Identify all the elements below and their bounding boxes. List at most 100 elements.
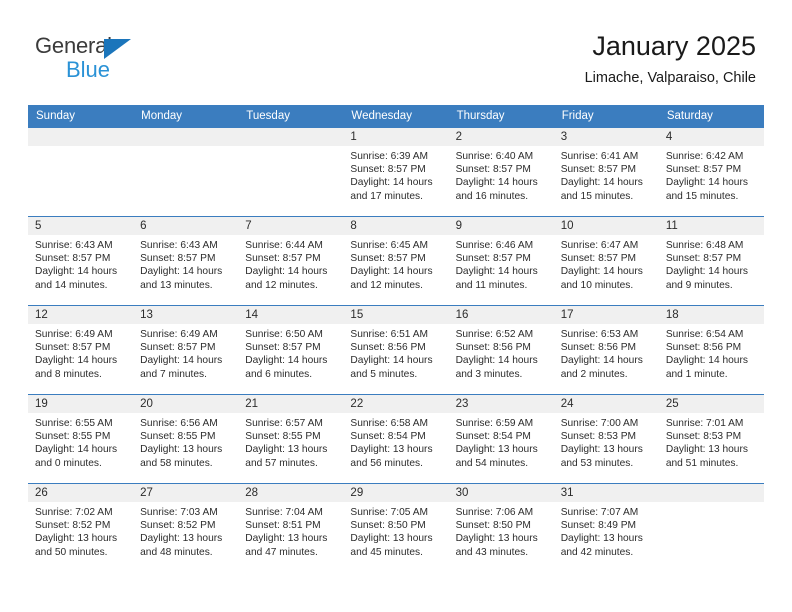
sunset-text: Sunset: 8:57 PM [350,164,426,176]
daylight-text-line1: Daylight: 14 hours [560,177,643,189]
calendar-day-cell[interactable]: 2 Sunrise: 6:40 AM Sunset: 8:57 PM Daylight… [448,127,554,217]
weekday-header-tuesday: Tuesday [238,105,344,128]
sun-info: Sunrise: 6:39 AM Sunset: 8:57 PM Daylight:… [343,146,448,203]
calendar-day-cell[interactable]: 9 Sunrise: 6:46 AM Sunset: 8:57 PM Daylight… [448,216,554,306]
calendar-day-cell[interactable]: 14 Sunrise: 6:50 AM Sunset: 8:57 PM Dayligh… [238,305,344,395]
day-number: 28 [238,484,344,502]
calendar-day-cell[interactable]: 28 Sunrise: 7:04 AM Sunset: 8:51 PM Dayligh… [238,483,344,573]
calendar-day-cell[interactable]: 29 Sunrise: 7:05 AM Sunset: 8:50 PM Dayligh… [343,483,449,573]
sunrise-text: Sunrise: 7:00 AM [560,418,639,429]
calendar-day-cell[interactable]: 7 Sunrise: 6:44 AM Sunset: 8:57 PM Daylight… [238,216,344,306]
weekday-header-label: Monday [141,110,183,122]
daylight-text-line1: Daylight: 14 hours [350,266,433,278]
sun-info: Sunrise: 7:05 AM Sunset: 8:50 PM Daylight:… [343,502,448,559]
calendar-day-cell[interactable]: 25 Sunrise: 7:01 AM Sunset: 8:53 PM Dayligh… [658,394,764,484]
sunrise-text: Sunrise: 6:40 AM [455,151,534,162]
day-number: 22 [343,395,449,413]
sunset-text: Sunset: 8:57 PM [245,253,321,265]
sun-info: Sunrise: 6:40 AM Sunset: 8:57 PM Daylight:… [449,146,554,203]
calendar-day-cell[interactable]: 31 Sunrise: 7:07 AM Sunset: 8:49 PM Dayligh… [553,483,659,573]
day-number: 27 [133,484,239,502]
daylight-text-line2: and 58 minutes. [140,457,213,469]
calendar-day-cell[interactable]: 24 Sunrise: 7:00 AM Sunset: 8:53 PM Dayligh… [553,394,659,484]
calendar-day-cell[interactable]: 26 Sunrise: 7:02 AM Sunset: 8:52 PM Dayligh… [28,483,134,573]
daylight-text-line1: Daylight: 13 hours [350,533,433,545]
daylight-text-line1: Daylight: 14 hours [35,266,118,278]
daylight-text-line1: Daylight: 14 hours [665,266,748,278]
day-number: 10 [553,217,659,235]
calendar-day-cell[interactable]: 8 Sunrise: 6:45 AM Sunset: 8:57 PM Daylight… [343,216,449,306]
calendar-day-cell[interactable]: 30 Sunrise: 7:06 AM Sunset: 8:50 PM Dayligh… [448,483,554,573]
sunrise-text: Sunrise: 7:01 AM [665,418,744,429]
day-number: 7 [238,217,344,235]
calendar-day-cell[interactable]: 3 Sunrise: 6:41 AM Sunset: 8:57 PM Daylight… [553,127,659,217]
generalblue-logo[interactable]: General Blue [35,33,205,85]
daylight-text-line1: Daylight: 13 hours [560,444,643,456]
title-block: January 2025 Limache, Valparaiso, Chile [585,30,756,88]
daylight-text-line2: and 9 minutes. [665,279,733,291]
calendar-day-cell[interactable]: 4 Sunrise: 6:42 AM Sunset: 8:57 PM Daylight… [658,127,764,217]
daylight-text-line2: and 51 minutes. [665,457,739,469]
daylight-text-line1: Daylight: 14 hours [245,355,328,367]
sunset-text: Sunset: 8:54 PM [350,431,426,443]
weekday-header-wednesday: Wednesday [343,105,449,128]
calendar-header-row: Sunday Monday Tuesday Wednesday Thursday Frid… [28,105,764,128]
daylight-text-line1: Daylight: 14 hours [245,266,328,278]
sun-info: Sunrise: 6:58 AM Sunset: 8:54 PM Daylight:… [343,413,448,470]
day-number: 17 [553,306,659,324]
daylight-text-line2: and 5 minutes. [350,368,418,380]
sun-info: Sunrise: 7:04 AM Sunset: 8:51 PM Daylight:… [238,502,343,559]
calendar-week-row: 1 Sunrise: 6:39 AM Sunset: 8:57 PM Daylight… [28,127,764,217]
calendar-day-cell[interactable]: 23 Sunrise: 6:59 AM Sunset: 8:54 PM Dayligh… [448,394,554,484]
day-number: 21 [238,395,344,413]
sun-info: Sunrise: 7:06 AM Sunset: 8:50 PM Daylight:… [449,502,554,559]
daylight-text-line1: Daylight: 14 hours [140,355,223,367]
calendar-day-cell[interactable]: 20 Sunrise: 6:56 AM Sunset: 8:55 PM Dayligh… [133,394,239,484]
calendar-day-cell[interactable]: 5 Sunrise: 6:43 AM Sunset: 8:57 PM Daylight… [28,216,134,306]
sunrise-text: Sunrise: 6:52 AM [455,329,534,340]
sunrise-text: Sunrise: 6:50 AM [245,329,323,340]
sunrise-text: Sunrise: 7:04 AM [245,507,323,518]
daylight-text-line2: and 54 minutes. [455,457,529,469]
day-number: 8 [343,217,449,235]
calendar-week-row: 26 Sunrise: 7:02 AM Sunset: 8:52 PM Dayligh… [28,483,764,573]
calendar-day-cell[interactable]: 16 Sunrise: 6:52 AM Sunset: 8:56 PM Dayligh… [448,305,554,395]
sunrise-text: Sunrise: 6:47 AM [560,240,639,251]
sunset-text: Sunset: 8:54 PM [455,431,531,443]
daylight-text-line1: Daylight: 14 hours [455,266,538,278]
sun-info: Sunrise: 6:51 AM Sunset: 8:56 PM Daylight:… [343,324,448,381]
day-number: 3 [553,128,659,146]
daylight-text-line1: Daylight: 13 hours [350,444,433,456]
calendar-day-cell[interactable]: 11 Sunrise: 6:48 AM Sunset: 8:57 PM Dayligh… [658,216,764,306]
calendar-day-cell[interactable]: 13 Sunrise: 6:49 AM Sunset: 8:57 PM Dayligh… [133,305,239,395]
calendar-day-cell[interactable]: 27 Sunrise: 7:03 AM Sunset: 8:52 PM Dayligh… [133,483,239,573]
calendar-day-cell-empty [28,127,134,217]
calendar-day-cell[interactable]: 12 Sunrise: 6:49 AM Sunset: 8:57 PM Dayligh… [28,305,134,395]
sunrise-text: Sunrise: 7:06 AM [455,507,534,518]
calendar-day-cell[interactable]: 17 Sunrise: 6:53 AM Sunset: 8:56 PM Dayligh… [553,305,659,395]
sunrise-text: Sunrise: 6:53 AM [560,329,639,340]
sunset-text: Sunset: 8:50 PM [455,520,531,532]
calendar-day-cell-empty [658,483,764,573]
calendar-week-row: 5 Sunrise: 6:43 AM Sunset: 8:57 PM Daylight… [28,216,764,306]
calendar-day-cell[interactable]: 1 Sunrise: 6:39 AM Sunset: 8:57 PM Daylight… [343,127,449,217]
calendar-day-cell[interactable]: 21 Sunrise: 6:57 AM Sunset: 8:55 PM Dayligh… [238,394,344,484]
daylight-text-line1: Daylight: 14 hours [455,177,538,189]
day-number: 30 [448,484,554,502]
day-number: 20 [133,395,239,413]
calendar-day-cell[interactable]: 15 Sunrise: 6:51 AM Sunset: 8:56 PM Dayligh… [343,305,449,395]
daylight-text-line2: and 3 minutes. [455,368,523,380]
sunrise-text: Sunrise: 6:56 AM [140,418,218,429]
sunrise-text: Sunrise: 6:58 AM [350,418,429,429]
logo-text-blue: Blue [66,57,111,82]
calendar-day-cell[interactable]: 22 Sunrise: 6:58 AM Sunset: 8:54 PM Dayligh… [343,394,449,484]
calendar-day-cell[interactable]: 6 Sunrise: 6:43 AM Sunset: 8:57 PM Daylight… [133,216,239,306]
calendar-day-cell[interactable]: 19 Sunrise: 6:55 AM Sunset: 8:55 PM Dayligh… [28,394,134,484]
calendar-day-cell[interactable]: 18 Sunrise: 6:54 AM Sunset: 8:56 PM Dayligh… [658,305,764,395]
day-number [133,128,239,146]
daylight-text-line2: and 43 minutes. [455,546,529,558]
calendar-page: General Blue January 2025 Limache, Valpa… [0,0,792,612]
calendar-day-cell[interactable]: 10 Sunrise: 6:47 AM Sunset: 8:57 PM Dayligh… [553,216,659,306]
day-number: 23 [448,395,554,413]
daylight-text-line2: and 48 minutes. [140,546,213,558]
